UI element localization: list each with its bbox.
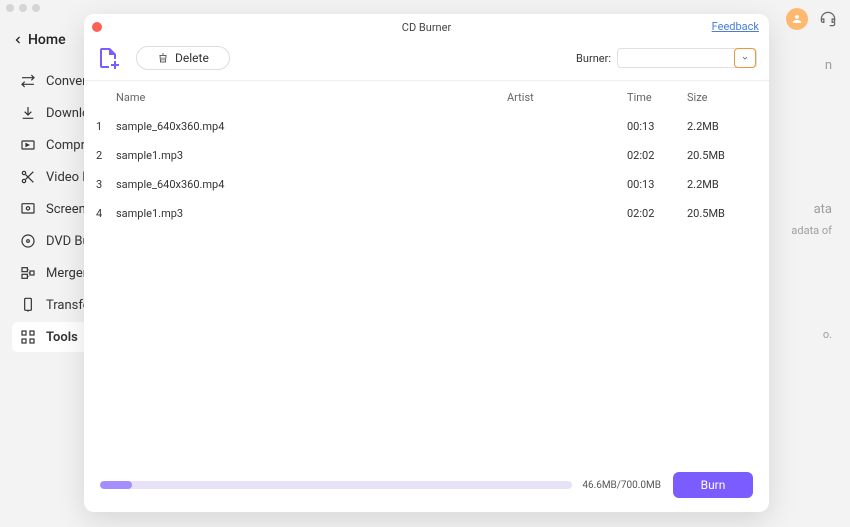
row-filename: sample_640x360.mp4 xyxy=(116,178,507,191)
table-row[interactable]: 4sample1.mp3 02:0220.5MB xyxy=(84,199,769,228)
converter-icon xyxy=(20,73,36,89)
trash-icon xyxy=(157,52,169,64)
row-number: 3 xyxy=(96,178,116,191)
storage-progress-bar xyxy=(100,481,572,489)
merge-icon xyxy=(20,265,36,281)
row-artist xyxy=(507,207,627,220)
row-size: 20.5MB xyxy=(687,207,757,220)
row-time: 00:13 xyxy=(627,178,687,191)
download-icon xyxy=(20,105,36,121)
tools-icon xyxy=(20,329,36,345)
row-size: 20.5MB xyxy=(687,149,757,162)
sidebar-item-label: Merger xyxy=(46,266,87,281)
delete-button[interactable]: Delete xyxy=(136,46,230,70)
close-icon[interactable] xyxy=(92,22,102,32)
disc-icon xyxy=(20,233,36,249)
row-number: 1 xyxy=(96,120,116,133)
transfer-icon xyxy=(20,297,36,313)
screen-icon xyxy=(20,201,36,217)
add-file-icon[interactable] xyxy=(96,46,120,70)
sidebar-item-label: Screen xyxy=(46,202,86,217)
headset-icon[interactable] xyxy=(818,9,838,29)
sidebar-item-label: Tools xyxy=(46,330,78,345)
row-time: 02:02 xyxy=(627,149,687,162)
row-time: 00:13 xyxy=(627,120,687,133)
column-artist: Artist xyxy=(507,91,627,104)
window-traffic-lights xyxy=(6,4,40,12)
file-table: Name Artist Time Size 1sample_640x360.mp… xyxy=(84,81,769,462)
cd-burner-modal: CD Burner Feedback Delete Burner: Name A… xyxy=(84,14,769,512)
bg-text: adata of xyxy=(762,224,832,237)
burner-select[interactable] xyxy=(617,48,757,68)
sidebar-item-label: Conver xyxy=(46,74,87,89)
storage-progress-text: 46.6MB/700.0MB xyxy=(582,480,661,491)
burner-label: Burner: xyxy=(576,52,611,65)
row-artist xyxy=(507,120,627,133)
row-number: 2 xyxy=(96,149,116,162)
row-artist xyxy=(507,178,627,191)
scissors-icon xyxy=(20,169,36,185)
feedback-link[interactable]: Feedback xyxy=(712,20,759,33)
burn-button[interactable]: Burn xyxy=(673,472,753,498)
row-filename: sample_640x360.mp4 xyxy=(116,120,507,133)
column-size: Size xyxy=(687,91,757,104)
column-time: Time xyxy=(627,91,687,104)
column-name: Name xyxy=(116,91,507,104)
table-row[interactable]: 1sample_640x360.mp4 00:132.2MB xyxy=(84,112,769,141)
chevron-down-icon[interactable] xyxy=(734,48,756,68)
traffic-light[interactable] xyxy=(32,4,40,12)
modal-title: CD Burner xyxy=(402,21,451,34)
sidebar-item-label: Downlo xyxy=(46,106,89,121)
traffic-light[interactable] xyxy=(6,4,14,12)
row-size: 2.2MB xyxy=(687,178,757,191)
row-number: 4 xyxy=(96,207,116,220)
row-size: 2.2MB xyxy=(687,120,757,133)
bg-text: o. xyxy=(762,328,832,341)
avatar[interactable] xyxy=(786,8,808,30)
delete-label: Delete xyxy=(175,51,209,65)
bg-text: ata xyxy=(762,202,832,217)
row-filename: sample1.mp3 xyxy=(116,207,507,220)
home-label: Home xyxy=(28,32,66,48)
row-time: 02:02 xyxy=(627,207,687,220)
row-filename: sample1.mp3 xyxy=(116,149,507,162)
compress-icon xyxy=(20,137,36,153)
traffic-light[interactable] xyxy=(19,4,27,12)
table-row[interactable]: 3sample_640x360.mp4 00:132.2MB xyxy=(84,170,769,199)
bg-text: n xyxy=(762,58,832,73)
table-row[interactable]: 2sample1.mp3 02:0220.5MB xyxy=(84,141,769,170)
row-artist xyxy=(507,149,627,162)
